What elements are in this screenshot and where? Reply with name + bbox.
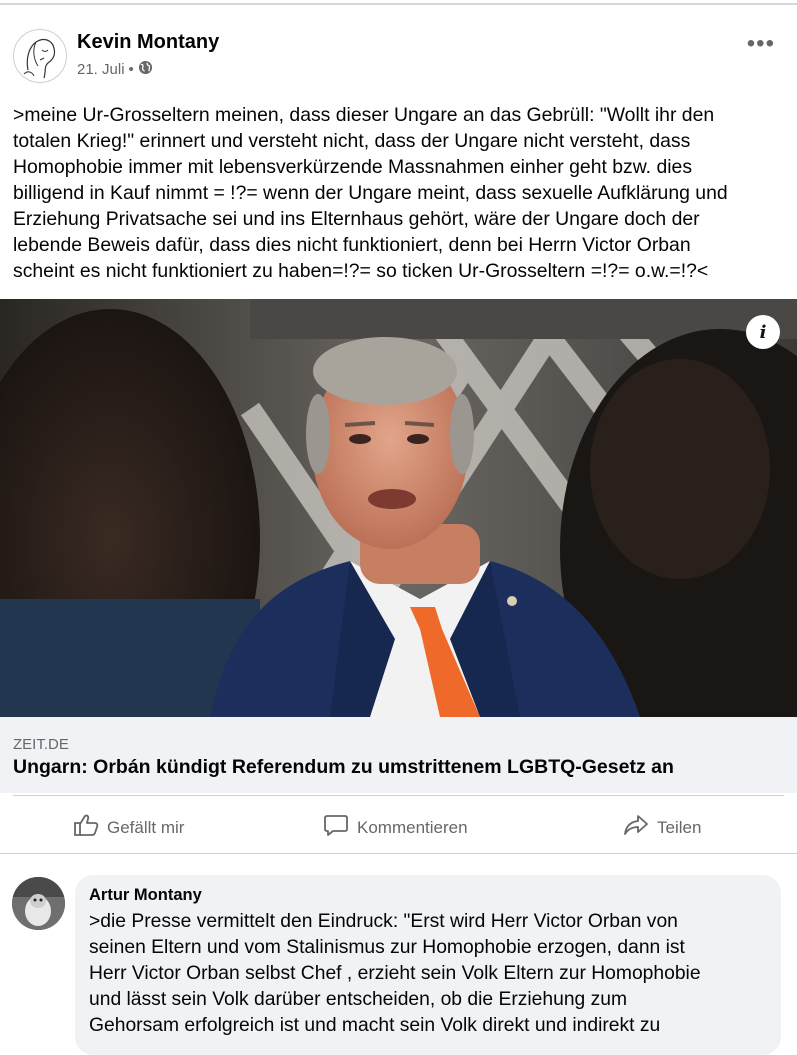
comment-icon: [323, 813, 349, 842]
link-meta[interactable]: ZEIT.DE Ungarn: Orbán kündigt Referendum…: [0, 717, 797, 793]
like-button[interactable]: Gefällt mir: [73, 813, 184, 842]
post-text: >meine Ur-Grosseltern meinen, dass diese…: [13, 104, 728, 282]
comment-button[interactable]: Kommentieren: [323, 813, 468, 842]
post-date[interactable]: 21. Juli: [77, 61, 125, 78]
thumbs-up-icon: [73, 813, 99, 842]
post-meta: 21. Juli •: [77, 60, 153, 79]
comment-text: >die Presse vermittelt den Eindruck: "Er…: [89, 911, 701, 1036]
comments-divider: [0, 853, 797, 854]
action-divider: [13, 795, 784, 796]
commenter-avatar[interactable]: [12, 877, 65, 930]
link-title[interactable]: Ungarn: Orbán kündigt Referendum zu umst…: [13, 756, 674, 779]
like-label: Gefällt mir: [107, 817, 185, 837]
action-bar: Gefällt mir Kommentieren Teilen: [0, 797, 797, 853]
link-preview-image[interactable]: i: [0, 299, 797, 717]
share-icon: [623, 813, 649, 842]
link-domain: ZEIT.DE: [13, 736, 69, 753]
meta-separator: •: [128, 61, 134, 78]
comment-author-name[interactable]: Artur Montany: [89, 886, 202, 905]
globe-icon: [138, 60, 153, 79]
top-divider: [0, 3, 797, 5]
post-header: Kevin Montany 21. Juli • •••: [0, 20, 797, 90]
share-button[interactable]: Teilen: [623, 813, 701, 842]
comment-label: Kommentieren: [357, 817, 468, 837]
more-horizontal-icon[interactable]: •••: [747, 30, 775, 58]
info-icon[interactable]: i: [746, 315, 780, 349]
author-avatar[interactable]: [13, 29, 67, 83]
post-author-name[interactable]: Kevin Montany: [77, 31, 219, 54]
comment-bubble: Artur Montany >die Presse vermittelt den…: [75, 875, 781, 1055]
share-label: Teilen: [657, 817, 702, 837]
